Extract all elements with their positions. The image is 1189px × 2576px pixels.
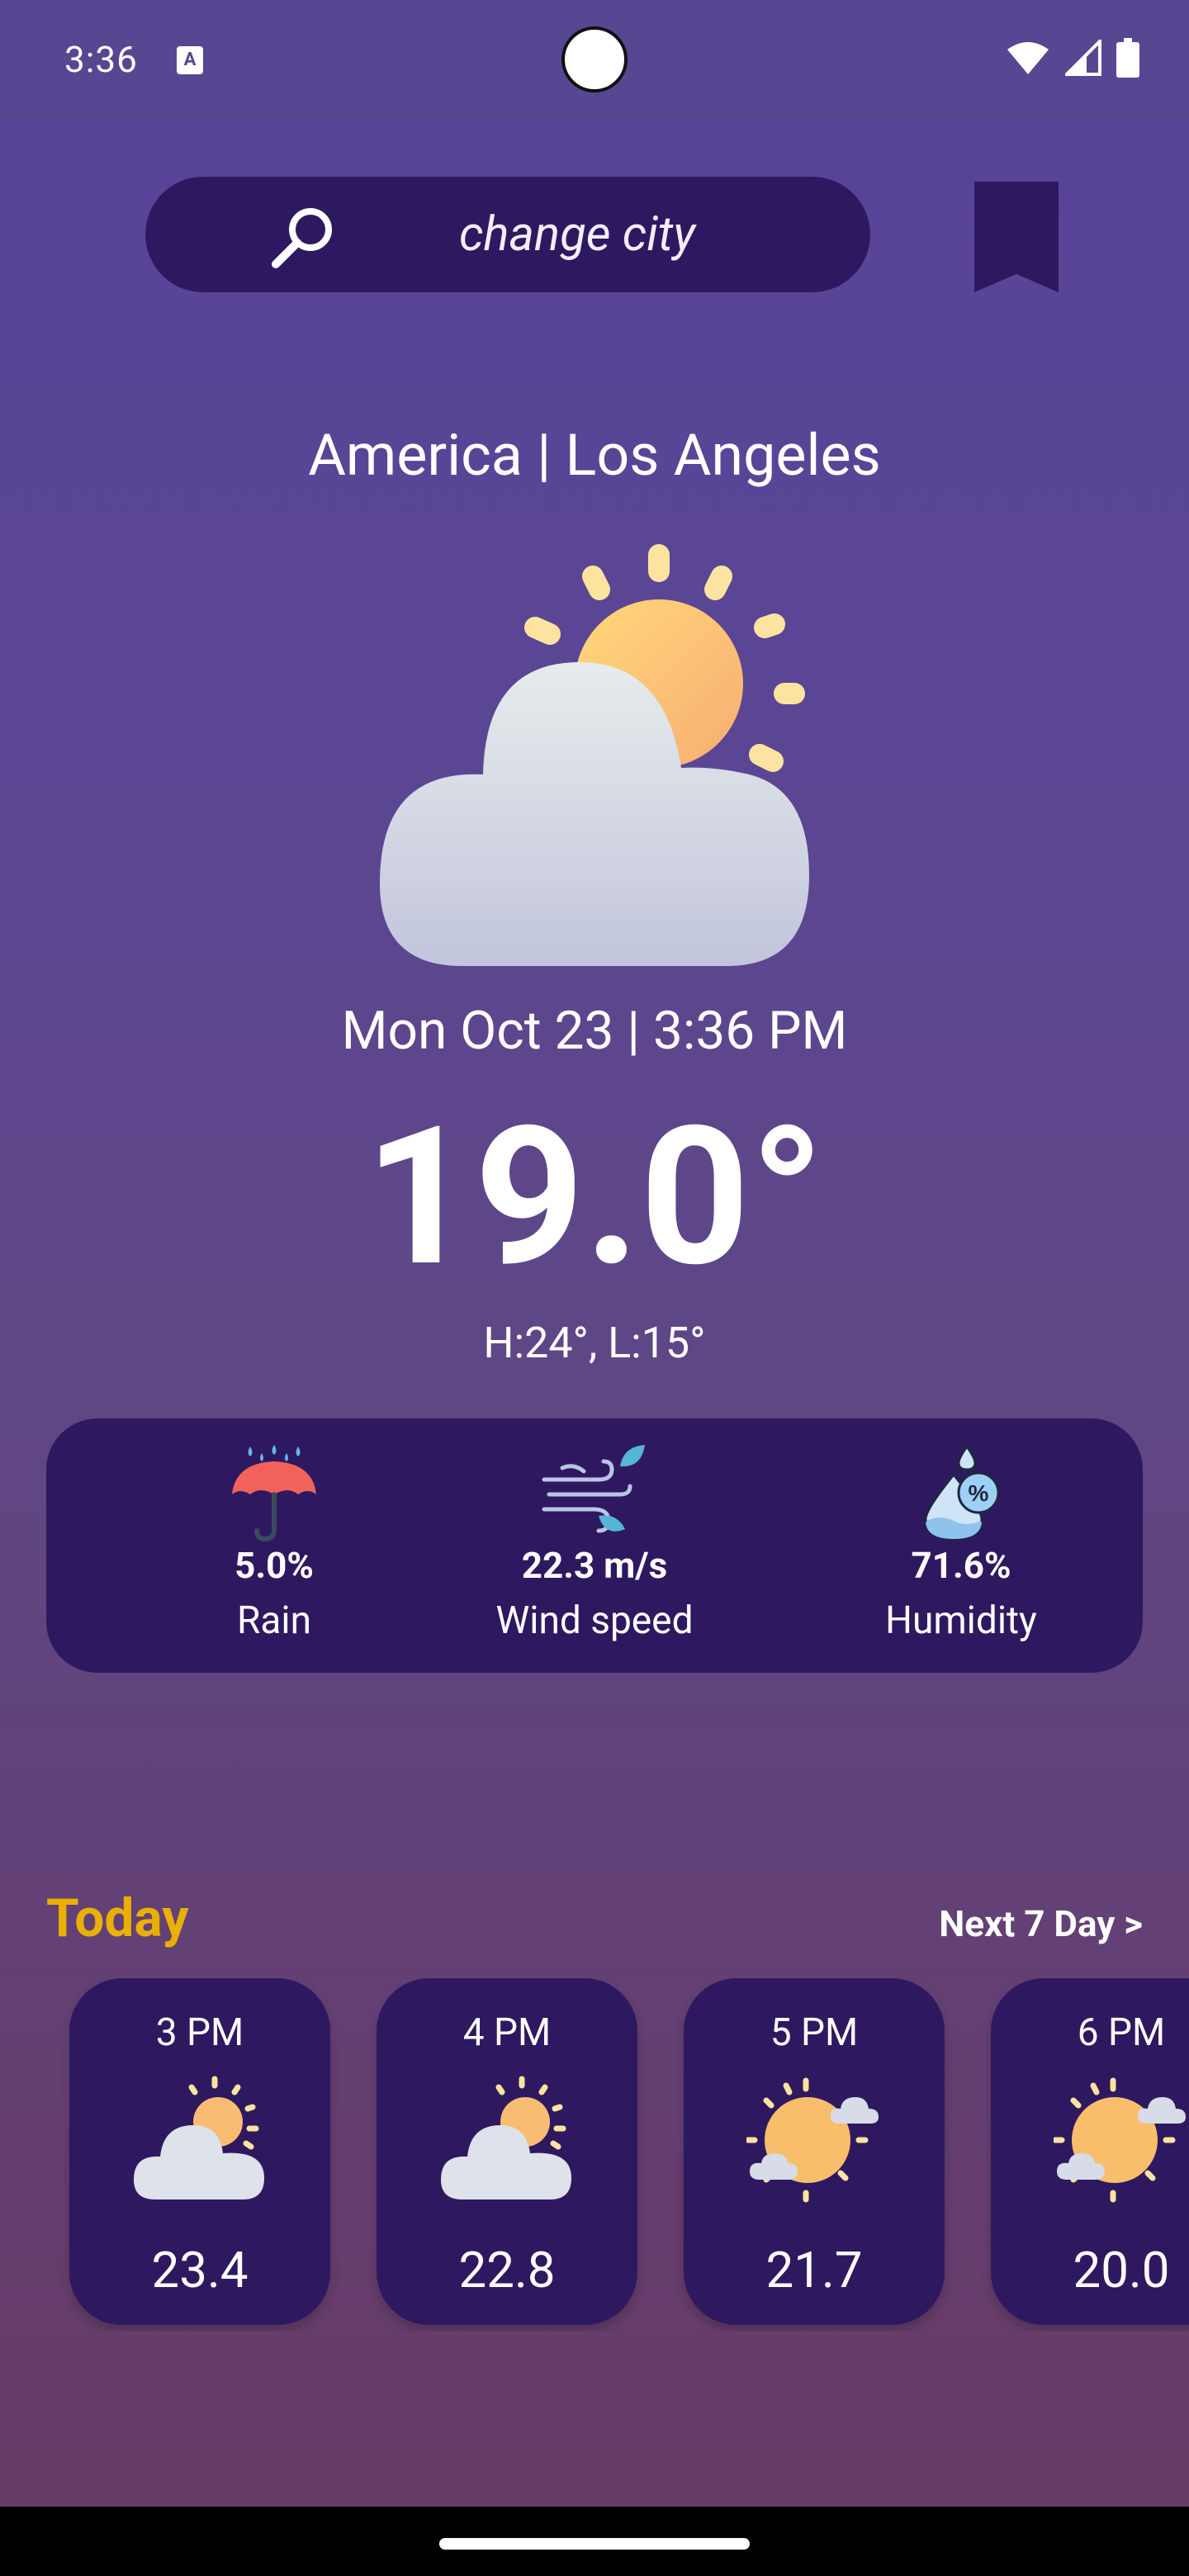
city-search-input[interactable] [459,208,822,261]
humidity-value: 71.6% [911,1544,1011,1587]
next-7-days-link[interactable]: Next 7 Day > [939,1899,1143,1949]
weather-stats-panel: 5.0% Rain 22.3 m/s Wind speed % 71.6% Hu… [46,1418,1143,1673]
today-heading: Today [46,1887,189,1949]
hour-temperature: 23.4 [151,2241,249,2299]
hour-label: 4 PM [462,2010,552,2055]
hour-temperature: 21.7 [765,2241,863,2299]
system-icons [1006,38,1139,78]
city-search-bar[interactable] [145,177,870,292]
cellular-signal-icon [1065,40,1101,76]
hourly-card[interactable]: 3 PM 23.4 [69,1978,330,2325]
rain-label: Rain [237,1598,311,1643]
camera-cutout [561,26,628,92]
high-low-temperature: H:24°, L:15° [483,1318,706,1368]
wind-speed-label: Wind speed [495,1598,694,1643]
partly-cloudy-icon [380,544,809,966]
navigation-bar [0,2507,1189,2576]
status-time: 3:36 [64,38,138,81]
humidity-label: Humidity [885,1598,1037,1643]
location-label: America | Los Angeles [308,422,881,490]
weather-screen: 3:36 A America | Los Angeles [0,0,1189,2576]
hour-label: 3 PM [155,2010,244,2055]
hourly-card[interactable]: 6 PM 20.0 [991,1978,1189,2325]
hour-temperature: 22.8 [458,2241,556,2299]
humidity-stat: % 71.6% Humidity [804,1418,1118,1673]
status-bar: 3:36 A [0,0,1189,121]
sun-clouds-icon [1054,2077,1186,2203]
home-gesture-handle[interactable] [439,2538,750,2550]
rain-stat: 5.0% Rain [117,1418,431,1673]
umbrella-rain-icon [232,1445,316,1542]
wind-stat: 22.3 m/s Wind speed [438,1418,751,1673]
humidity-drop-icon: % [924,1444,1000,1541]
hour-label: 6 PM [1077,2010,1166,2055]
cloud-sun-icon [134,2076,264,2200]
hour-label: 5 PM [770,2010,859,2055]
hourly-forecast-list[interactable]: 3 PM 23.4 4 PM 22.8 5 PM 21.7 6 PM 20.0 [0,1978,1189,2332]
cloud-sun-icon [441,2076,571,2200]
wifi-icon [1007,42,1049,74]
battery-icon [1116,38,1139,78]
sun-clouds-icon [746,2077,879,2203]
hourly-card[interactable]: 5 PM 21.7 [684,1978,945,2325]
hour-temperature: 20.0 [1073,2241,1170,2299]
current-datetime: Mon Oct 23 | 3:36 PM [341,1000,848,1062]
current-temperature: 19.0° [364,1085,825,1309]
svg-text:%: % [969,1480,989,1506]
bookmark-icon[interactable] [973,182,1060,294]
hourly-card[interactable]: 4 PM 22.8 [377,1978,637,2325]
wind-icon [542,1445,645,1533]
wind-speed-value: 22.3 m/s [521,1544,668,1587]
a-icon: A [177,46,203,74]
search-icon[interactable] [269,203,337,271]
rain-value: 5.0% [234,1544,314,1587]
